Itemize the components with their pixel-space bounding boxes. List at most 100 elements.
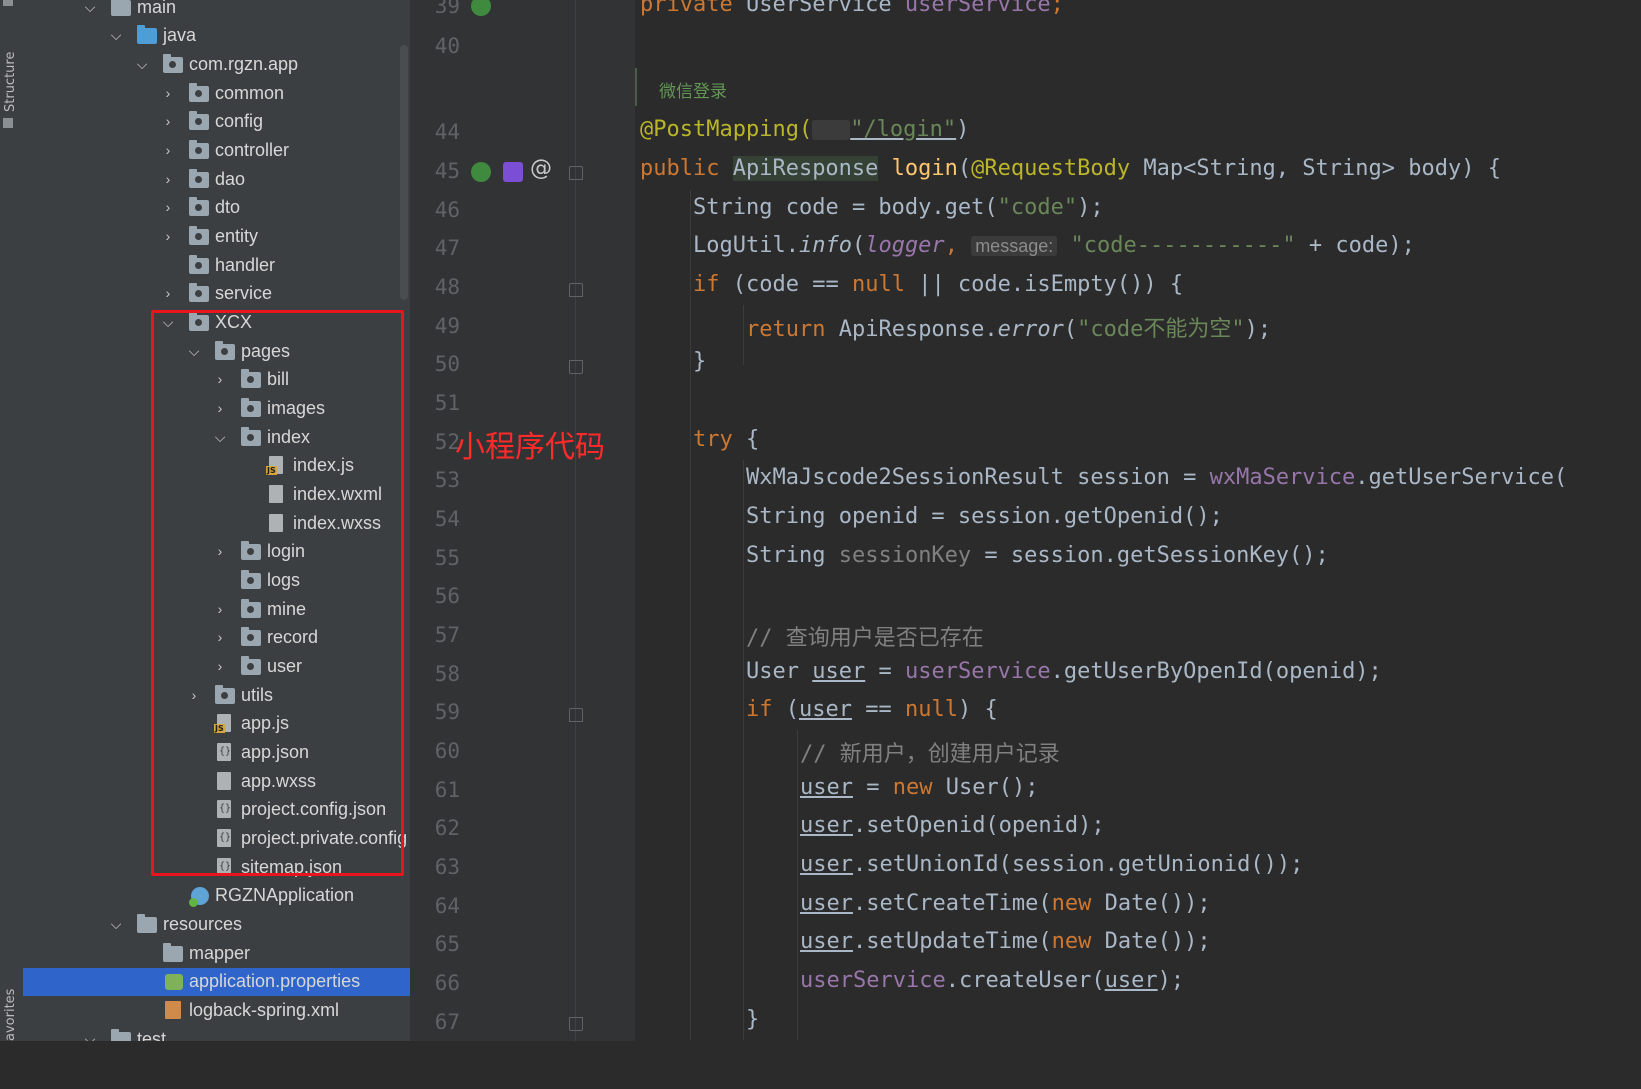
tree-item-pages[interactable]: ⌵ pages [23,338,410,366]
tree-item-resources[interactable]: ⌵ resources [23,911,410,939]
chevron-right-icon[interactable]: › [161,284,175,302]
tree-item-application-properties[interactable]: application.properties [23,968,410,996]
chevron-right-icon[interactable]: › [213,628,227,646]
chevron-right-icon[interactable]: › [161,112,175,130]
chevron-down-icon[interactable]: ⌵ [187,342,201,360]
code-line-45: public ApiResponse login(@RequestBody Ma… [640,156,1501,181]
tree-item-utils[interactable]: › utils [23,682,410,710]
code-text: ); [1244,317,1272,342]
tree-item-handler[interactable]: handler [23,252,410,280]
chevron-right-icon[interactable]: › [161,141,175,159]
plugin-icon[interactable] [503,162,523,182]
line-number: 47 [434,236,460,260]
chevron-right-icon[interactable]: › [161,84,175,102]
tree-item-login[interactable]: › login [23,538,410,566]
chevron-right-icon[interactable]: › [213,657,227,675]
tree-item-java[interactable]: ⌵ java [23,22,410,50]
chevron-right-icon[interactable]: › [213,399,227,417]
chevron-right-icon[interactable]: › [161,198,175,216]
tree-item-xcx[interactable]: ⌵ XCX [23,309,410,337]
folder-icon [111,0,131,16]
code-editor[interactable]: private UserService userService; 微信登录 @P… [635,0,1568,1041]
tree-item-index-wxss[interactable]: index.wxss [23,510,410,538]
fold-icon[interactable] [569,166,583,180]
code-text: || code.isEmpty()) { [904,272,1184,297]
fold-icon[interactable] [569,283,583,297]
string[interactable]: "/login" [850,117,956,142]
tree-item-logs[interactable]: logs [23,567,410,595]
chevron-down-icon[interactable]: ⌵ [83,0,97,16]
chevron-down-icon[interactable]: ⌵ [161,313,175,331]
tree-item-project-private-config[interactable]: project.private.config [23,825,410,853]
tree-item-entity[interactable]: › entity [23,223,410,251]
method-name: login [878,156,958,181]
keyword: if [693,272,733,297]
tree-item-app-wxss[interactable]: app.wxss [23,768,410,796]
package-icon [241,427,261,446]
chevron-down-icon[interactable]: ⌵ [135,55,149,73]
tree-item-project-config-json[interactable]: project.config.json [23,796,410,824]
tree-item-com-rgzn-app[interactable]: ⌵ com.rgzn.app [23,51,410,79]
project-tree: ⌵ main ⌵ java ⌵ com.rgzn.app › common › confi… [23,0,410,1041]
punct: ( [1063,317,1078,342]
tree-item-user[interactable]: › user [23,653,410,681]
chevron-down-icon[interactable]: ⌵ [109,915,123,933]
package-icon [163,54,183,73]
keyword: try [693,427,746,452]
tree-item-label: test [137,1029,167,1041]
fold-icon[interactable] [569,1017,583,1031]
at-mapping-icon[interactable]: @ [530,156,552,181]
tree-item-mine[interactable]: › mine [23,596,410,624]
tree-item-common[interactable]: › common [23,80,410,108]
code-line-67: } [746,1007,759,1032]
tree-item-index-wxml[interactable]: index.wxml [23,481,410,509]
tree-item-test[interactable]: ⌵ test [23,1026,410,1041]
package-icon [215,341,235,360]
fold-icon[interactable] [569,360,583,374]
tree-item-mapper[interactable]: mapper [23,940,410,968]
tree-item-main[interactable]: ⌵ main [23,0,410,22]
code-text: ( [785,697,799,722]
tree-item-dto[interactable]: › dto [23,194,410,222]
chevron-right-icon[interactable]: › [161,227,175,245]
tree-item-dao[interactable]: › dao [23,166,410,194]
tree-item-app-json[interactable]: app.json [23,739,410,767]
fold-icon[interactable] [569,708,583,722]
line-number: 46 [434,198,460,222]
tree-item-images[interactable]: › images [23,395,410,423]
tree-item-index[interactable]: ⌵ index [23,424,410,452]
chevron-right-icon[interactable]: › [213,370,227,388]
type-name: UserService [745,0,905,17]
tree-item-label: user [267,656,303,676]
tree-item-bill[interactable]: › bill [23,366,410,394]
chevron-right-icon[interactable]: › [213,542,227,560]
tree-item-app-js[interactable]: app.js [23,710,410,738]
tree-item-config[interactable]: › config [23,108,410,136]
type-name: ApiResponse [732,156,879,181]
code-line-66: userService.createUser(user); [800,968,1184,993]
chevron-right-icon[interactable]: › [161,170,175,188]
tree-item-index-js[interactable]: index.js [23,452,410,480]
package-icon [189,140,209,159]
tree-item-sitemap-json[interactable]: sitemap.json [23,854,410,882]
globe-icon[interactable] [812,120,851,140]
tree-item-service[interactable]: › service [23,280,410,308]
chevron-right-icon[interactable]: › [213,600,227,618]
chevron-down-icon[interactable]: ⌵ [213,428,227,446]
chevron-down-icon[interactable]: ⌵ [109,26,123,44]
package-icon [189,197,209,216]
doc-comment-bar [635,68,642,106]
tree-item-rgznapplication[interactable]: RGZNApplication [23,882,410,910]
js-file-icon [266,456,283,475]
code-line-61: user = new User(); [800,775,1038,800]
tree-item-label: index.js [293,455,355,475]
tree-item-record[interactable]: › record [23,624,410,652]
tree-item-logback-spring-xml[interactable]: logback-spring.xml [23,997,410,1025]
line-number: 56 [434,584,460,608]
tree-item-controller[interactable]: › controller [23,137,410,165]
line-number: 59 [434,700,460,724]
chevron-down-icon[interactable]: ⌵ [83,1030,97,1041]
endpoint-icon[interactable] [471,162,491,182]
code-text: .setCreateTime( [852,891,1052,916]
chevron-right-icon[interactable]: › [187,686,201,704]
